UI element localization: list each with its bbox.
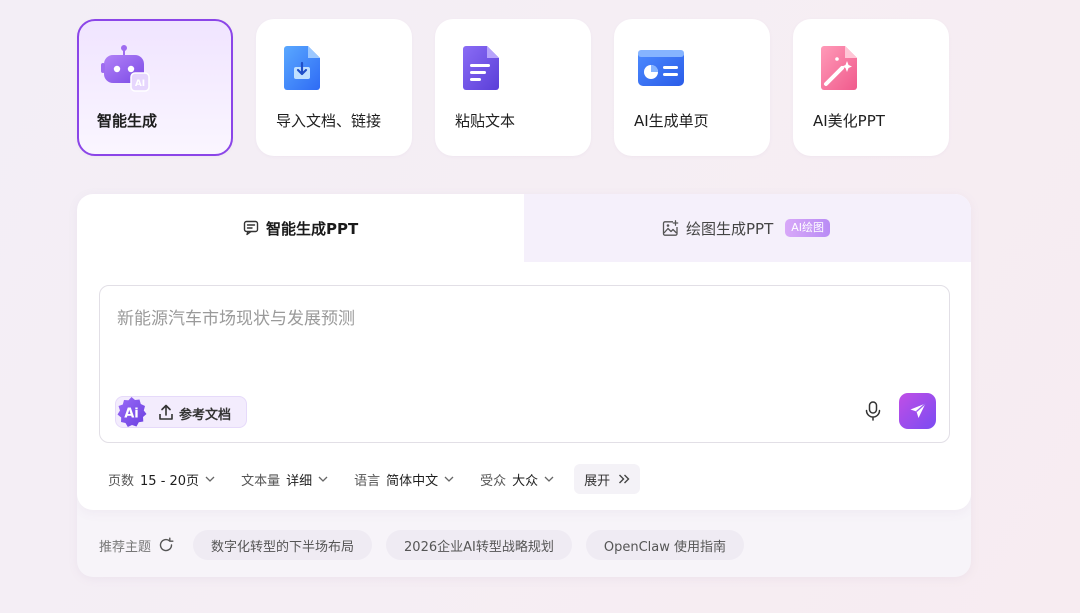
chat-box-icon (243, 220, 259, 236)
ai-badge-icon: Ai (117, 397, 147, 427)
generation-options: 页数 15 - 20页 文本量 详细 语言 简体中文 受众 大众 展开 (108, 464, 641, 494)
mode-card-label: 导入文档、链接 (276, 112, 382, 130)
mode-card-smart-generate[interactable]: AI 智能生成 (77, 19, 233, 156)
prompt-box: Ai 参考文档 (99, 285, 950, 443)
expand-label: 展开 (584, 473, 611, 489)
mode-selector: AI 智能生成 导入文档、链接 粘贴文本 AI生成单页 AI美化PPT (77, 19, 949, 156)
refresh-icon[interactable] (158, 537, 174, 553)
import-document-icon (284, 46, 320, 90)
robot-icon: AI (101, 45, 150, 92)
tab-draw-generate-ppt[interactable]: 绘图生成PPT AI绘图 (662, 194, 831, 262)
double-chevron-right-icon (619, 474, 630, 484)
expand-options-button[interactable]: 展开 (574, 464, 641, 494)
tab-label: 智能生成PPT (266, 219, 359, 238)
chevron-down-icon (205, 476, 215, 482)
image-plus-icon (662, 219, 679, 236)
chevron-down-icon (544, 476, 554, 482)
option-value: 简体中文 (386, 473, 439, 489)
send-button[interactable] (899, 393, 936, 429)
generate-panel: 智能生成PPT 绘图生成PPT AI绘图 Ai (77, 194, 971, 577)
recommended-topics-label: 推荐主题 (99, 539, 152, 555)
chevron-down-icon (318, 476, 328, 482)
generate-form: 智能生成PPT 绘图生成PPT AI绘图 Ai (77, 194, 971, 510)
reference-document-label: 参考文档 (179, 408, 232, 423)
option-language[interactable]: 语言 简体中文 (354, 470, 454, 489)
mode-card-label: 智能生成 (97, 112, 158, 130)
recommended-topics: 推荐主题 数字化转型的下半场布局 2026企业AI转型战略规划 OpenClaw… (99, 530, 758, 560)
mode-card-label: AI美化PPT (813, 112, 885, 130)
topic-chip[interactable]: 数字化转型的下半场布局 (193, 530, 373, 560)
single-page-icon (638, 50, 684, 86)
option-audience[interactable]: 受众 大众 (480, 470, 554, 489)
mode-card-label: AI生成单页 (634, 112, 709, 130)
paste-text-icon (463, 46, 499, 90)
microphone-icon[interactable] (863, 400, 883, 422)
upload-icon (159, 404, 173, 420)
reference-document-button[interactable]: Ai 参考文档 (115, 396, 247, 428)
mode-card-single-page[interactable]: AI生成单页 (614, 19, 770, 156)
mode-card-import-document[interactable]: 导入文档、链接 (256, 19, 412, 156)
prompt-input[interactable] (117, 304, 917, 334)
send-icon (910, 403, 926, 418)
mode-card-label: 粘贴文本 (455, 112, 516, 130)
option-value: 15 - 20页 (140, 473, 200, 489)
option-key: 页数 (108, 473, 135, 489)
tab-label: 绘图生成PPT (686, 219, 774, 238)
topic-chip[interactable]: OpenClaw 使用指南 (585, 530, 744, 560)
svg-text:Ai: Ai (124, 407, 139, 422)
chevron-down-icon (444, 476, 454, 482)
option-value: 详细 (286, 473, 313, 489)
mode-card-beautify-ppt[interactable]: AI美化PPT (793, 19, 949, 156)
option-key: 语言 (354, 473, 381, 489)
tab-smart-generate-ppt[interactable]: 智能生成PPT (243, 194, 358, 262)
mode-card-paste-text[interactable]: 粘贴文本 (435, 19, 591, 156)
svg-text:AI: AI (135, 79, 145, 89)
magic-beautify-icon (821, 46, 857, 90)
option-key: 受众 (480, 473, 507, 489)
ai-draw-tag: AI绘图 (785, 219, 831, 237)
option-key: 文本量 (241, 473, 281, 489)
option-text-amount[interactable]: 文本量 详细 (241, 470, 328, 489)
topic-chip[interactable]: 2026企业AI转型战略规划 (386, 530, 572, 560)
option-value: 大众 (512, 473, 539, 489)
option-page-count[interactable]: 页数 15 - 20页 (108, 470, 215, 489)
